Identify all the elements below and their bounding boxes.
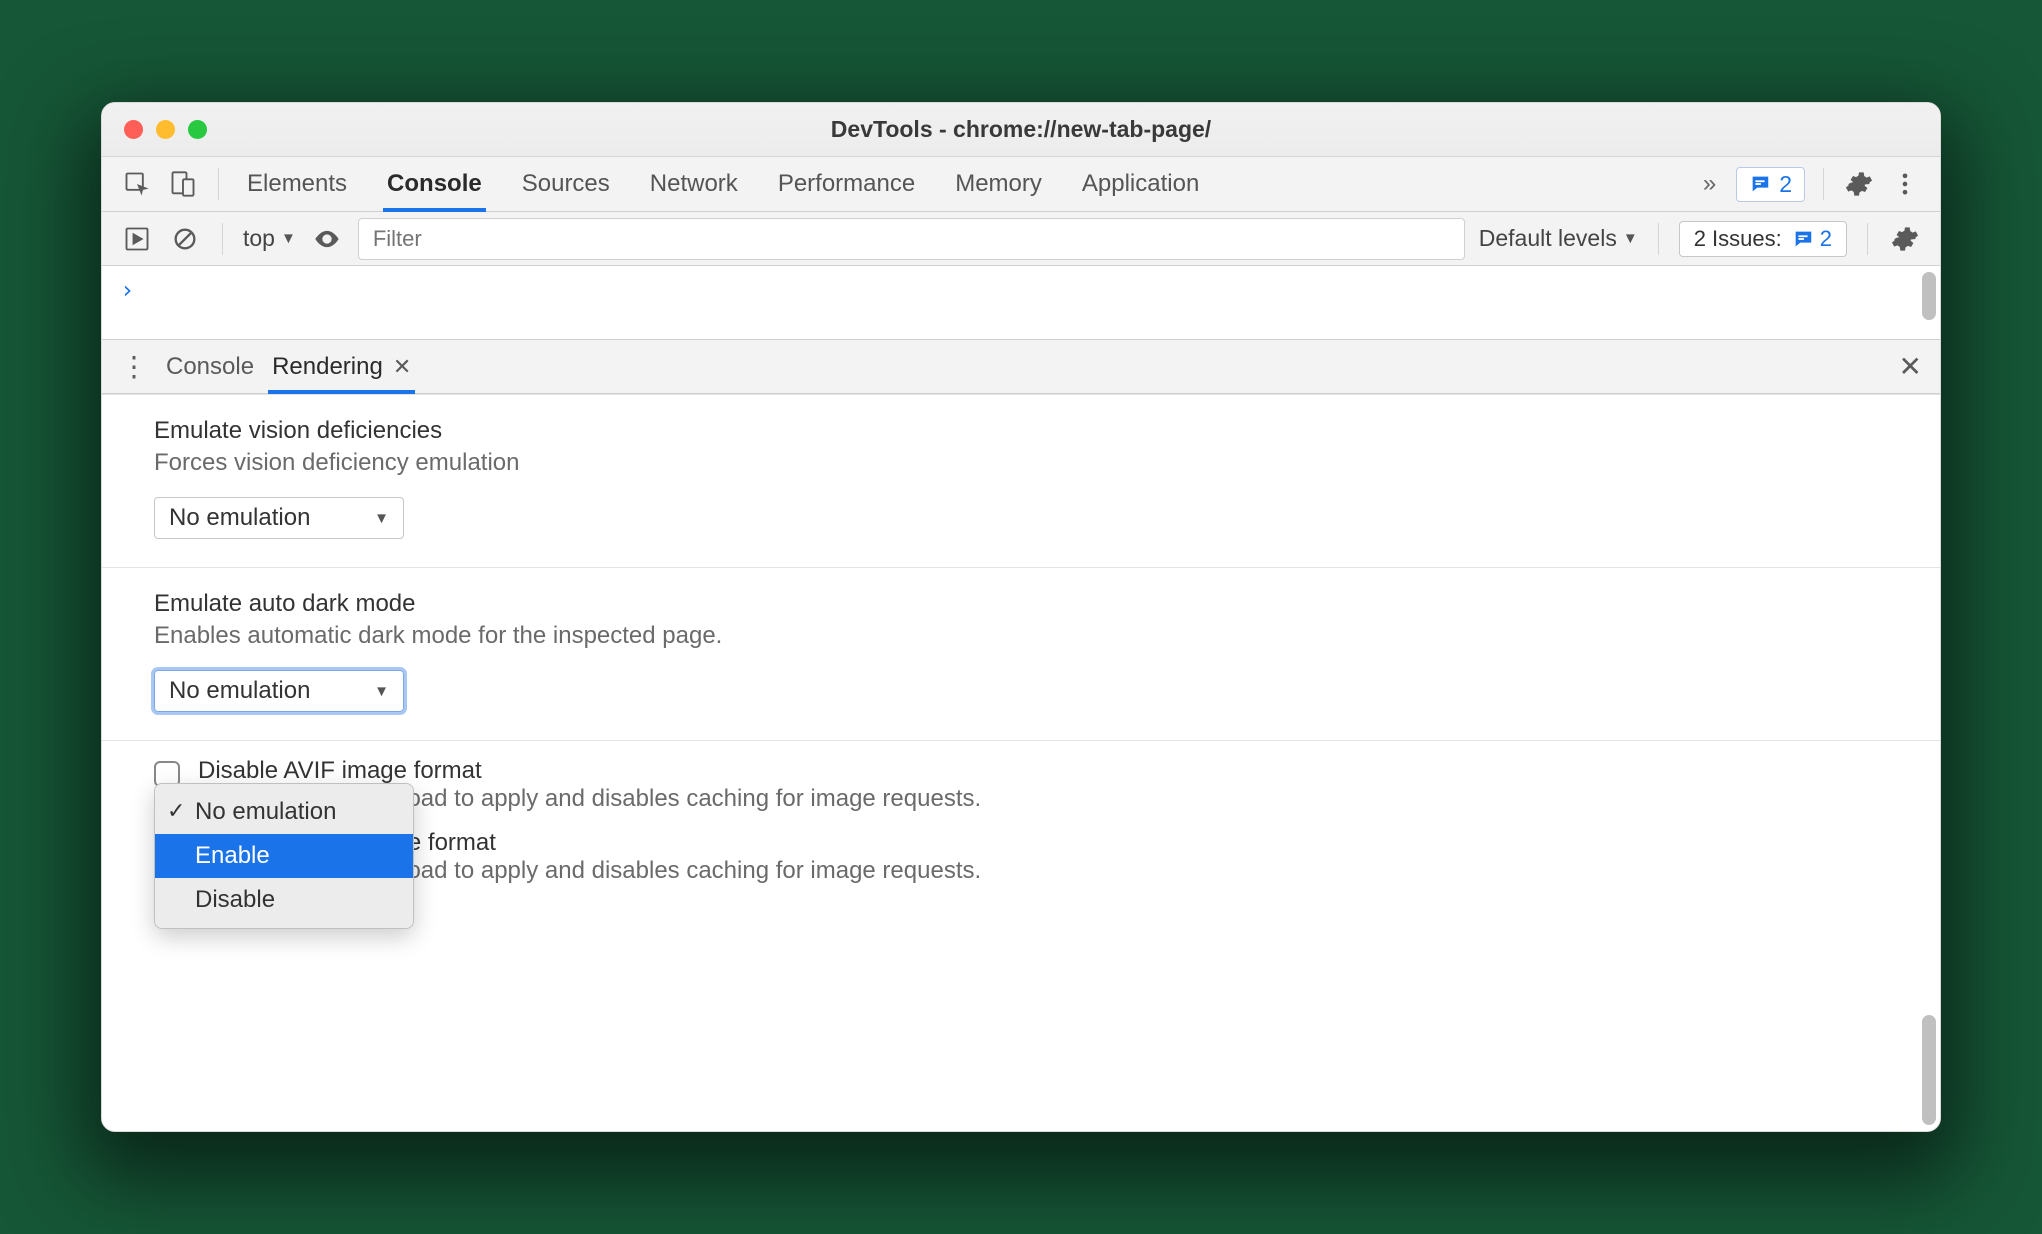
separator xyxy=(222,223,223,255)
select-value: No emulation xyxy=(169,504,310,532)
auto-dark-mode-dropdown: No emulation Enable Disable xyxy=(154,783,414,929)
chevron-down-icon: ▼ xyxy=(1623,230,1638,247)
drawer-tab-label: Rendering xyxy=(272,353,383,381)
issues-label: 2 Issues: xyxy=(1694,226,1782,252)
drawer-tab-label: Console xyxy=(166,353,254,381)
section-title: Emulate auto dark mode xyxy=(154,590,1888,618)
section-auto-dark-mode: Emulate auto dark mode Enables automatic… xyxy=(102,568,1940,741)
clear-console-icon[interactable] xyxy=(168,222,202,256)
issues-badge-button[interactable]: 2 xyxy=(1736,167,1805,202)
main-toolbar: Elements Console Sources Network Perform… xyxy=(102,157,1940,212)
select-value: No emulation xyxy=(169,677,310,705)
tab-elements[interactable]: Elements xyxy=(247,157,347,211)
main-tabs: Elements Console Sources Network Perform… xyxy=(247,157,1199,211)
checkbox-title: Disable AVIF image format xyxy=(198,757,981,785)
tab-memory[interactable]: Memory xyxy=(955,157,1042,211)
titlebar: DevTools - chrome://new-tab-page/ xyxy=(102,103,1940,157)
close-drawer-icon[interactable]: ✕ xyxy=(1899,350,1922,383)
dropdown-option-disable[interactable]: Disable xyxy=(155,878,413,922)
dropdown-option-no-emulation[interactable]: No emulation xyxy=(155,790,413,834)
vision-deficiency-select[interactable]: No emulation ▼ xyxy=(154,497,404,539)
tab-performance[interactable]: Performance xyxy=(778,157,915,211)
tab-console[interactable]: Console xyxy=(387,157,482,211)
section-title: Emulate vision deficiencies xyxy=(154,417,1888,445)
drawer-tab-rendering[interactable]: Rendering ✕ xyxy=(272,340,411,393)
scrollbar[interactable] xyxy=(1922,272,1936,320)
console-prompt-icon: › xyxy=(120,276,134,304)
drawer-tab-console[interactable]: Console xyxy=(166,340,254,393)
separator xyxy=(1658,223,1659,255)
chevron-down-icon: ▼ xyxy=(374,683,389,700)
console-toolbar: top ▼ Default levels ▼ 2 Issues: 2 xyxy=(102,212,1940,266)
separator xyxy=(1823,168,1824,200)
scrollbar[interactable] xyxy=(1922,1015,1936,1125)
separator xyxy=(1867,223,1868,255)
context-selector-label: top xyxy=(243,225,275,252)
rendering-panel: Emulate vision deficiencies Forces visio… xyxy=(102,394,1940,1131)
tab-sources[interactable]: Sources xyxy=(522,157,610,211)
filter-input[interactable] xyxy=(358,218,1465,260)
section-vision-deficiencies: Emulate vision deficiencies Forces visio… xyxy=(102,395,1940,568)
play-icon[interactable] xyxy=(120,222,154,256)
issues-button[interactable]: 2 Issues: 2 xyxy=(1679,221,1847,257)
tab-application[interactable]: Application xyxy=(1082,157,1199,211)
separator xyxy=(218,168,219,200)
live-expression-eye-icon[interactable] xyxy=(310,222,344,256)
kebab-menu-icon[interactable] xyxy=(1888,167,1922,201)
message-icon xyxy=(1792,228,1814,250)
settings-gear-icon[interactable] xyxy=(1842,167,1876,201)
devtools-window: DevTools - chrome://new-tab-page/ Elemen… xyxy=(101,102,1941,1132)
console-settings-gear-icon[interactable] xyxy=(1888,222,1922,256)
section-description: Forces vision deficiency emulation xyxy=(154,449,1888,477)
drawer-tabs: ⋮ Console Rendering ✕ ✕ xyxy=(102,340,1940,394)
message-icon xyxy=(1749,173,1771,195)
more-tabs-icon[interactable]: » xyxy=(1703,170,1716,198)
tab-network[interactable]: Network xyxy=(650,157,738,211)
device-toolbar-icon[interactable] xyxy=(166,167,200,201)
chevron-down-icon: ▼ xyxy=(281,230,296,247)
chevron-down-icon: ▼ xyxy=(374,510,389,527)
log-level-label: Default levels xyxy=(1479,225,1617,252)
drawer-kebab-icon[interactable]: ⋮ xyxy=(120,350,148,383)
dropdown-option-enable[interactable]: Enable xyxy=(155,834,413,878)
auto-dark-mode-select[interactable]: No emulation ▼ xyxy=(154,670,404,712)
window-title: DevTools - chrome://new-tab-page/ xyxy=(102,116,1940,143)
section-description: Enables automatic dark mode for the insp… xyxy=(154,622,1888,650)
inspect-element-icon[interactable] xyxy=(120,167,154,201)
console-output[interactable]: › xyxy=(102,266,1940,340)
issues-count: 2 xyxy=(1820,226,1832,252)
context-selector[interactable]: top ▼ xyxy=(243,225,296,252)
log-level-selector[interactable]: Default levels ▼ xyxy=(1479,225,1638,252)
issues-badge-count: 2 xyxy=(1779,171,1792,198)
close-tab-icon[interactable]: ✕ xyxy=(393,354,411,380)
